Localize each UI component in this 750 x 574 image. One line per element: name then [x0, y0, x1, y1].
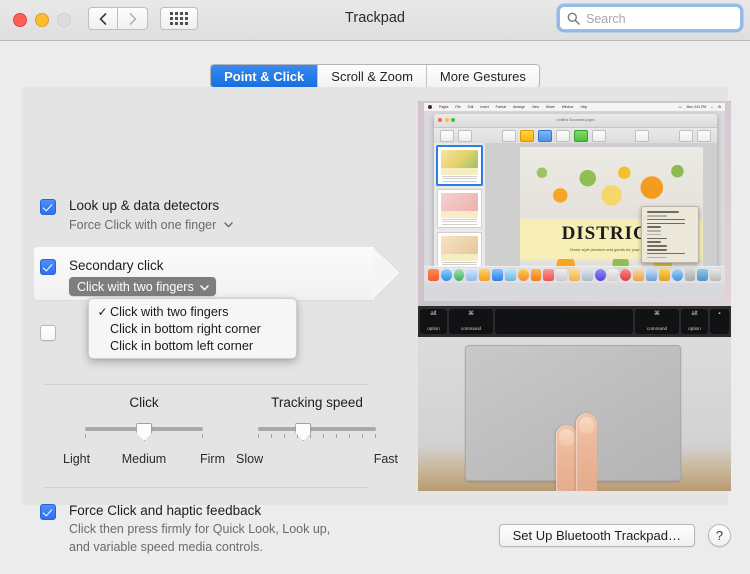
- secondary-click-popup-button[interactable]: Click with two fingers: [69, 277, 216, 296]
- preview-key-option-left: alt option: [420, 309, 447, 334]
- click-slider[interactable]: [63, 422, 225, 448]
- gesture-preview-video: Pages File Edit Insert Format Arrange View Sha…: [418, 101, 731, 491]
- control-center-icon: ⚙: [718, 105, 721, 109]
- preview-finger-right: [576, 413, 597, 491]
- preview-pages-window: Untitled Document.pages DISTRICT Home st…: [434, 114, 717, 274]
- chevron-down-icon: [199, 280, 209, 294]
- secondary-click-popup-value: Click with two fingers: [77, 279, 194, 294]
- menu-item-label: Click in bottom left corner: [110, 338, 254, 353]
- spotlight-icon: ⌕: [711, 105, 714, 109]
- search-icon: [567, 12, 580, 30]
- preview-key-space: [495, 309, 633, 334]
- click-slider-label-firm: Firm: [200, 452, 225, 466]
- preview-key-command-right: ⌘ command: [635, 309, 679, 334]
- preview-page-thumbnails: [434, 143, 486, 274]
- apple-icon: [428, 105, 432, 109]
- secondary-click-dropdown-menu: ✓ Click with two fingers Click in bottom…: [88, 298, 297, 359]
- secondary-click-highlight-arrow: [373, 247, 400, 299]
- divider-bottom: [44, 487, 368, 488]
- click-slider-group: Click Light Medium Firm: [63, 395, 225, 468]
- preview-mac-screen: Pages File Edit Insert Format Arrange View Sha…: [418, 101, 731, 306]
- preview-dock: [424, 266, 725, 283]
- secondary-click-label: Secondary click: [69, 258, 164, 273]
- preview-keyboard: alt option ⌘ command ⌘ command alt optio…: [418, 306, 731, 337]
- preview-document-page: DISTRICT Home style produce and goods fo…: [520, 147, 703, 274]
- tracking-slider-track[interactable]: [258, 427, 376, 431]
- window-titlebar: Trackpad: [0, 0, 750, 41]
- settings-column: Look up & data detectors Force Click wit…: [22, 87, 400, 554]
- battery-icon: ▭: [678, 105, 682, 109]
- setting-tap-to-click[interactable]: [40, 323, 56, 341]
- search-field[interactable]: [559, 6, 741, 31]
- preview-thumbnail-page-2: [437, 189, 482, 228]
- secondary-click-text: Secondary click Click with two fingers: [69, 257, 216, 296]
- search-input[interactable]: [584, 7, 740, 31]
- preview-key-option-right: alt option: [681, 309, 708, 334]
- tap-to-click-checkbox[interactable]: [40, 325, 56, 341]
- setting-look-up-data-detectors[interactable]: Look up & data detectors Force Click wit…: [40, 197, 233, 234]
- click-slider-thumb[interactable]: [136, 423, 153, 441]
- secondary-click-checkbox[interactable]: [40, 259, 56, 275]
- preview-trackpad-photo: [418, 337, 731, 491]
- checkmark-icon: ✓: [97, 304, 108, 319]
- help-button[interactable]: ?: [708, 524, 731, 547]
- look-up-label: Look up & data detectors: [69, 198, 220, 213]
- chevron-down-icon: [224, 216, 233, 233]
- preview-context-menu: [641, 206, 699, 264]
- preview-finger-left: [556, 425, 577, 491]
- tab-point-and-click[interactable]: Point & Click: [211, 65, 318, 87]
- preview-menu-extras: ▭ Mon 4:41 PM ⌕ ⚙: [678, 105, 721, 109]
- click-slider-label-light: Light: [63, 452, 91, 466]
- preview-document-title: Untitled Document.pages: [556, 118, 595, 122]
- tracking-slider-label-slow: Slow: [236, 452, 264, 466]
- window-footer: Set Up Bluetooth Trackpad… ?: [0, 510, 750, 574]
- tracking-slider-title: Tracking speed: [271, 395, 363, 410]
- menu-item-label: Click with two fingers: [110, 304, 229, 319]
- menu-item-bottom-right-corner[interactable]: Click in bottom right corner: [89, 320, 296, 337]
- preview-key-command-left: ⌘ command: [449, 309, 493, 334]
- preview-menu-bar: Pages File Edit Insert Format Arrange View Sha…: [424, 103, 725, 111]
- look-up-checkbox[interactable]: [40, 199, 56, 215]
- tab-scroll-and-zoom[interactable]: Scroll & Zoom: [317, 65, 426, 87]
- click-slider-title: Click: [129, 395, 159, 410]
- menu-item-bottom-left-corner[interactable]: Click in bottom left corner: [89, 337, 296, 354]
- trackpad-preferences-window: Trackpad Point & Click Scroll & Zoom Mor…: [0, 0, 750, 574]
- preview-key-arrow: ▪: [710, 309, 729, 334]
- tracking-slider-ticks: [258, 434, 376, 438]
- setting-secondary-click[interactable]: Secondary click Click with two fingers: [40, 257, 216, 296]
- tracking-slider-labels: Slow Fast: [236, 452, 398, 468]
- look-up-option-label: Force Click with one finger: [69, 218, 217, 232]
- tracking-speed-slider[interactable]: [236, 422, 398, 448]
- tab-bar: Point & Click Scroll & Zoom More Gesture…: [0, 64, 750, 88]
- tracking-speed-slider-group: Tracking speed Slow Fast: [236, 395, 398, 468]
- look-up-option[interactable]: Force Click with one finger: [69, 216, 233, 234]
- menu-item-label: Click in bottom right corner: [110, 321, 261, 336]
- preview-thumbnail-page-1: [436, 145, 483, 186]
- preferences-panel: Look up & data detectors Force Click wit…: [22, 87, 731, 554]
- menu-item-click-two-fingers[interactable]: ✓ Click with two fingers: [89, 303, 296, 320]
- tab-more-gestures[interactable]: More Gestures: [425, 65, 539, 87]
- set-up-bluetooth-trackpad-button[interactable]: Set Up Bluetooth Trackpad…: [498, 524, 695, 547]
- click-slider-label-medium: Medium: [121, 452, 167, 466]
- tracking-slider-thumb[interactable]: [295, 423, 312, 441]
- divider-top: [44, 384, 368, 385]
- tracking-slider-label-fast: Fast: [373, 452, 398, 466]
- click-slider-labels: Light Medium Firm: [63, 452, 225, 468]
- look-up-text: Look up & data detectors Force Click wit…: [69, 197, 233, 234]
